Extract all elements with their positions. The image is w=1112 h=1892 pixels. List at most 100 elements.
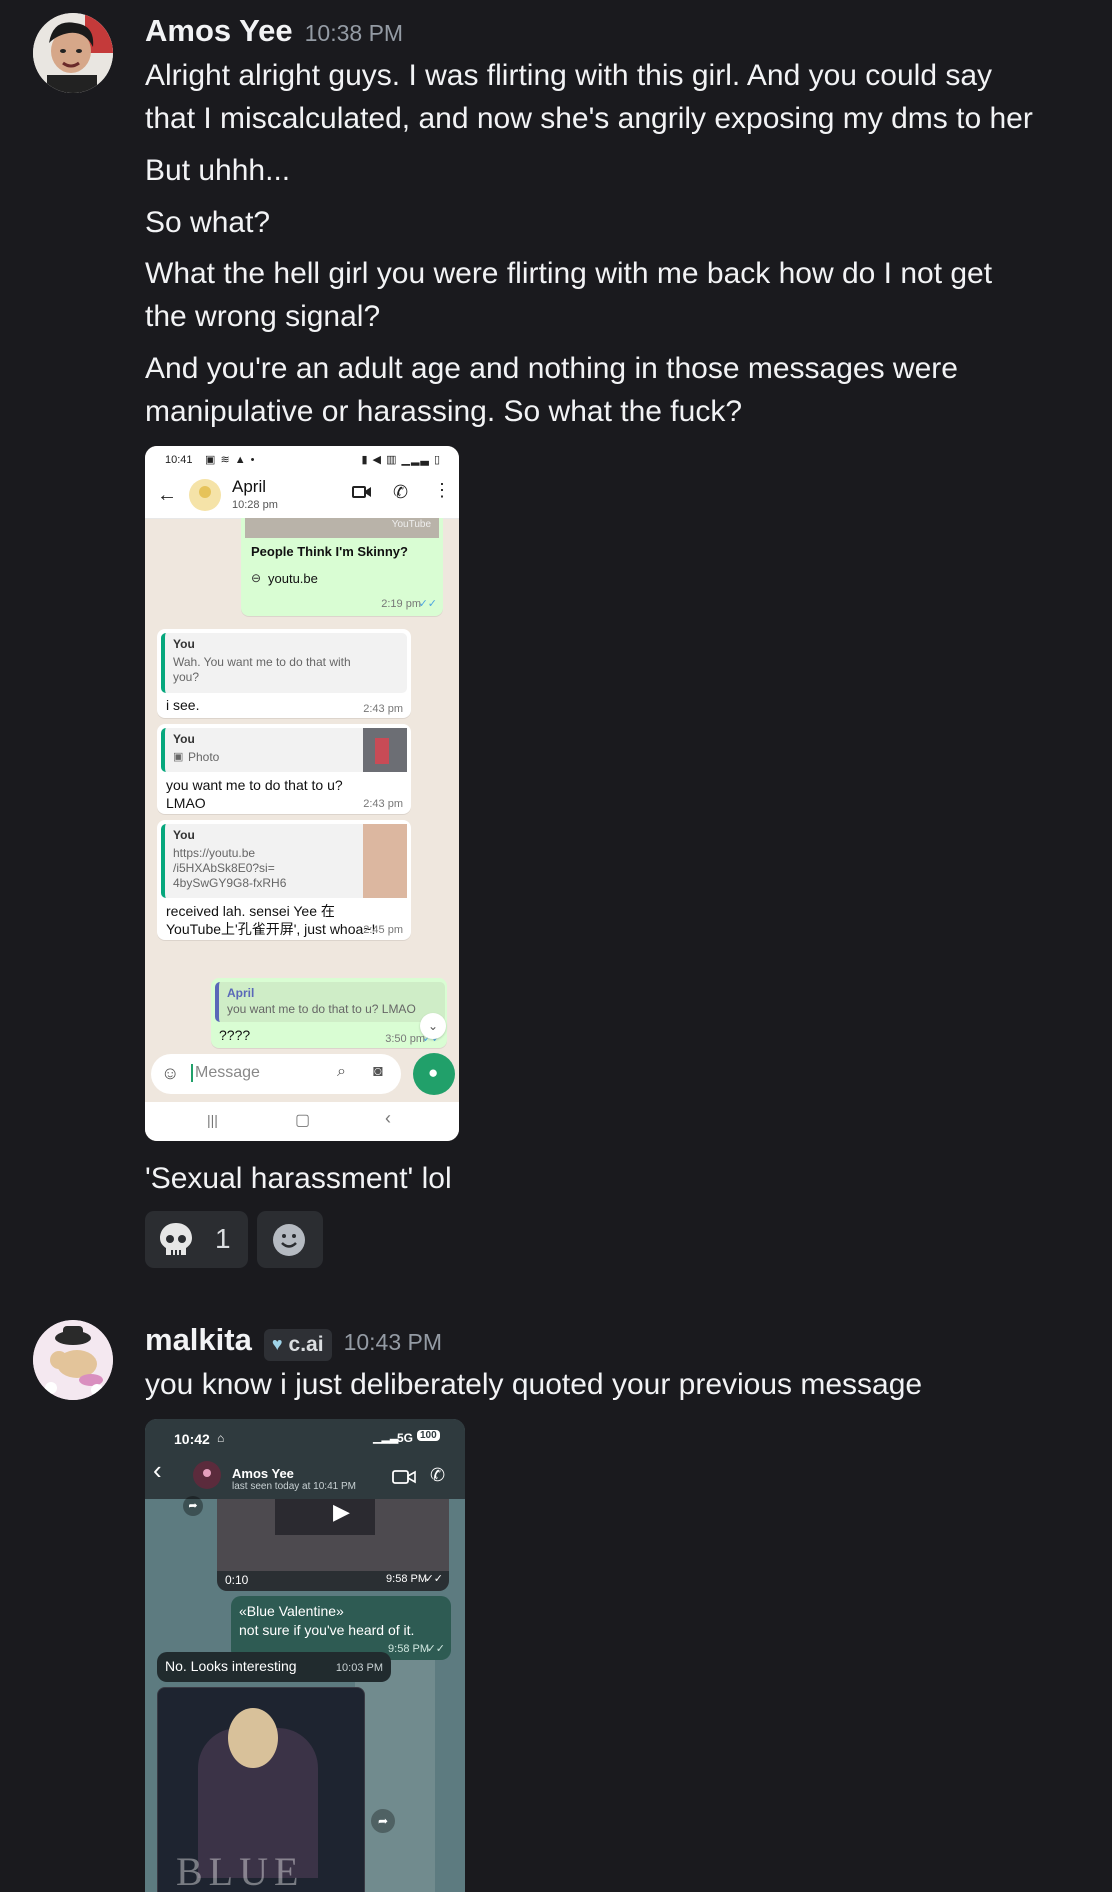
reaction-skull[interactable]: 1 [145,1211,248,1268]
quoted-video-thumbnail [363,824,407,898]
status-time: 10:42 [174,1431,210,1447]
message-text: you want me to do that to u? LMAO [166,777,343,811]
phone-call-icon[interactable]: ✆ [430,1465,445,1486]
back-arrow-icon[interactable]: ← [157,484,177,507]
quoted-author: April [227,986,255,1000]
incoming-message[interactable]: You Wah. You want me to do that with you… [157,629,411,718]
network-label: 5G [397,1431,414,1445]
username[interactable]: malkita [145,1322,252,1358]
message-time: 10:03 PM [335,1662,383,1674]
read-ticks-icon: ✓✓ [426,1643,445,1655]
skull-icon [157,1221,195,1264]
quoted-reply[interactable]: You ▣ Photo [161,728,407,772]
image-attachment-whatsapp[interactable]: 10:41 ▣ ≋ ▲ • ▮ ◀ ▥ ▁▂▃ ▯ ← April 10:28 … [145,446,459,1141]
video-time: 9:58 PM [386,1573,427,1585]
link-url[interactable]: youtu.be [268,571,318,586]
home-status-icon: ⌂ [217,1431,225,1445]
quoted-author: You [173,637,195,651]
reaction-count: 1 [215,1223,231,1254]
status-time: 10:41 [165,454,193,466]
back-chevron-icon[interactable]: ‹ [153,1455,162,1486]
link-icon: ⊖ [251,571,262,585]
message-text: No. Looks interesting [165,1658,297,1674]
photo-icon: ▣ [173,751,184,763]
quoted-text: Photo [188,750,220,764]
message-header: Amos Yee 10:38 PM [145,13,403,49]
outgoing-message[interactable]: «Blue Valentine» not sure if you've hear… [231,1596,451,1660]
message-time: 2:43 pm [363,703,403,715]
contact-name[interactable]: April [232,477,266,497]
phone-call-icon[interactable]: ✆ [393,482,408,503]
message-time: 3:50 pm [385,1033,425,1045]
video-message[interactable]: ▶ 0:10 9:58 PM ✓✓ [217,1499,449,1591]
poster-title: BLUE [176,1849,305,1892]
sticker-icon[interactable]: ☺ [161,1063,179,1084]
chat-header: 10:42 ⌂ ▁▂▃ 5G 100 ‹ Amos Yee last seen … [145,1419,465,1499]
battery-label: 100 [417,1430,440,1441]
contact-avatar[interactable] [193,1461,221,1489]
play-icon[interactable]: ▶ [333,1499,350,1525]
video-call-icon[interactable] [352,484,372,505]
link-title: People Think I'm Skinny? [251,544,408,559]
link-source: YouTube [391,519,431,530]
incoming-message[interactable]: No. Looks interesting 10:03 PM [157,1652,391,1682]
contact-last-seen: last seen today at 10:41 PM [232,1481,356,1492]
message-input[interactable]: Message [191,1064,260,1082]
image-attachment-telegram[interactable]: 10:42 ⌂ ▁▂▃ 5G 100 ‹ Amos Yee last seen … [145,1419,465,1892]
message-time: 9:58 PM [388,1643,429,1655]
link-preview-bubble[interactable]: YouTube People Think I'm Skinny? ⊖ youtu… [241,518,443,616]
server-tag[interactable]: ♥ c.ai [263,1328,332,1361]
quoted-author: You [173,732,195,746]
avatar[interactable] [33,13,113,93]
microphone-icon: ● [428,1063,439,1082]
movie-poster[interactable]: BLUE [157,1687,365,1892]
message-text: What the hell girl you were flirting wit… [145,257,993,290]
message-text: you know i just deliberately quoted your… [145,1368,923,1401]
outgoing-message[interactable]: April you want me to do that to u? LMAO … [211,978,447,1048]
message-text: So what? [145,206,271,239]
mic-button[interactable]: ● [413,1053,455,1095]
contact-last-seen: 10:28 pm [232,499,278,511]
message-text: And you're an adult age and nothing in t… [145,352,958,385]
quoted-reply[interactable]: April you want me to do that to u? LMAO [215,982,445,1022]
signal-icon: ▁▂▃ [373,1432,399,1444]
message-time: 2:45 pm [363,924,403,936]
quoted-text: Wah. You want me to do that with you? [173,655,351,684]
timestamp: 10:38 PM [304,20,404,46]
back-icon[interactable]: ‹ [385,1108,391,1129]
home-icon[interactable]: ▢ [295,1110,310,1130]
quoted-author: You [173,828,195,842]
incoming-message[interactable]: You https://youtu.be /i5HXAbSk8E0?si= 4b… [157,820,411,940]
heart-icon: ♥ [271,1334,283,1354]
add-reaction-icon [272,1223,306,1262]
status-icons-right: ▮ ◀ ▥ ▁▂▃ ▯ [361,454,441,466]
link-thumbnail: YouTube [245,518,439,538]
recents-icon[interactable]: ||| [207,1112,218,1128]
video-thumbnail: ▶ [217,1499,449,1571]
username[interactable]: Amos Yee [145,13,293,49]
video-duration: 0:10 [225,1573,249,1587]
video-call-icon[interactable] [392,1469,416,1490]
avatar[interactable] [33,1320,113,1400]
android-nav-bar: ||| ▢ ‹ [145,1102,459,1141]
timestamp: 10:43 PM [343,1329,443,1355]
quoted-link[interactable]: https://youtu.be /i5HXAbSk8E0?si= 4bySwG… [173,846,286,891]
forward-icon[interactable]: ➦ [371,1809,395,1833]
message-composer[interactable]: ☺ Message ⌕ ◙ [151,1054,401,1094]
message-text: manipulative or harassing. So what the f… [145,395,742,428]
chat-header: ← April 10:28 pm ✆ ⋮ [145,474,459,519]
contact-avatar[interactable] [189,479,221,511]
quoted-reply[interactable]: You Wah. You want me to do that with you… [161,633,407,693]
more-options-icon[interactable]: ⋮ [433,480,451,501]
read-ticks-icon: ✓✓ [418,598,437,610]
quoted-reply[interactable]: You https://youtu.be /i5HXAbSk8E0?si= 4b… [161,824,407,898]
incoming-message[interactable]: You ▣ Photo you want me to do that to u?… [157,724,411,814]
message-text: Alright alright guys. I was flirting wit… [145,59,993,92]
camera-icon[interactable]: ◙ [373,1063,383,1081]
read-ticks-icon: ✓✓ [424,1573,443,1585]
forward-icon[interactable]: ➦ [183,1496,203,1516]
contact-name[interactable]: Amos Yee [232,1466,294,1481]
scroll-down-button[interactable]: ⌄ [420,1013,446,1039]
attach-icon[interactable]: ⌕ [337,1063,346,1081]
add-reaction-button[interactable] [257,1211,323,1268]
